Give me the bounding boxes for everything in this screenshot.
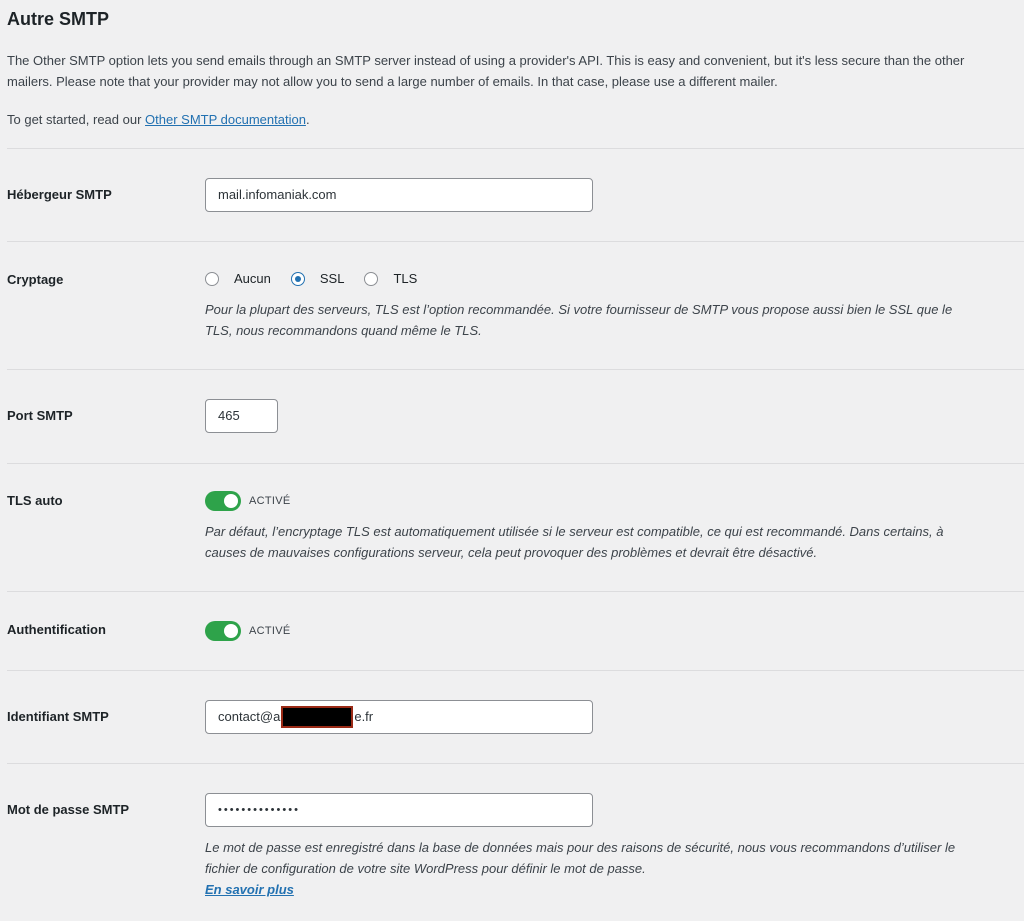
encryption-option-tls-label: TLS (393, 271, 418, 286)
encryption-option-tls[interactable]: TLS (364, 271, 417, 286)
encryption-option-ssl[interactable]: SSL (290, 271, 345, 286)
radio-none[interactable] (205, 271, 219, 286)
password-description: Le mot de passe est enregistré dans la b… (205, 837, 965, 900)
encryption-option-ssl-label: SSL (319, 271, 345, 286)
intro-paragraph: The Other SMTP option lets you send emai… (7, 53, 965, 89)
get-started-text: To get started, read our Other SMTP docu… (7, 109, 310, 130)
divider (7, 369, 1024, 370)
get-started-suffix: . (305, 112, 310, 127)
toggle-knob (224, 494, 238, 508)
smtp-username-label: Identifiant SMTP (7, 709, 109, 724)
encryption-option-none[interactable]: Aucun (205, 271, 271, 286)
smtp-host-label: Hébergeur SMTP (7, 187, 112, 202)
divider (7, 591, 1024, 592)
authentication-label: Authentification (7, 622, 106, 637)
divider (7, 148, 1024, 149)
encryption-radio-group: Aucun SSL TLS (205, 271, 437, 286)
authentication-toggle-wrap: ACTIVÉ (205, 621, 291, 641)
password-description-text: Le mot de passe est enregistré dans la b… (205, 840, 956, 876)
section-title: Autre SMTP (7, 9, 110, 29)
smtp-password-input[interactable]: •••••••••••••• (205, 793, 593, 827)
learn-more-link[interactable]: En savoir plus (205, 882, 294, 897)
auto-tls-state: ACTIVÉ (249, 495, 291, 507)
divider (7, 241, 1024, 242)
username-value-start: contact@a (218, 709, 281, 724)
smtp-settings-panel: Autre SMTP The Other SMTP option lets yo… (0, 0, 1024, 921)
other-smtp-documentation-link[interactable]: Other SMTP documentation (145, 112, 306, 127)
smtp-password-label: Mot de passe SMTP (7, 802, 130, 817)
smtp-port-input[interactable]: 465 (205, 399, 278, 433)
divider (7, 763, 1024, 764)
authentication-state: ACTIVÉ (249, 625, 291, 637)
toggle-knob (224, 624, 238, 638)
auto-tls-description: Par défaut, l’encryptage TLS est automat… (205, 524, 944, 560)
radio-tls[interactable] (364, 271, 379, 286)
encryption-description: Pour la plupart des serveurs, TLS est l’… (205, 302, 953, 338)
auto-tls-label: TLS auto (7, 493, 63, 508)
auto-tls-toggle-wrap: ACTIVÉ (205, 491, 291, 511)
encryption-option-none-label: Aucun (234, 271, 271, 286)
get-started-prefix: To get started, read our (7, 112, 146, 127)
authentication-toggle[interactable] (205, 621, 241, 641)
encryption-label: Cryptage (7, 272, 64, 287)
auto-tls-toggle[interactable] (205, 491, 241, 511)
smtp-host-input[interactable]: mail.infomaniak.com (205, 178, 593, 212)
radio-ssl[interactable] (290, 271, 305, 286)
smtp-username-input[interactable]: contact@a e.fr (205, 700, 593, 734)
username-value-end: e.fr (354, 709, 374, 724)
divider (7, 670, 1024, 671)
redaction-box (281, 705, 354, 728)
divider (7, 463, 1024, 464)
smtp-port-label: Port SMTP (7, 408, 73, 423)
